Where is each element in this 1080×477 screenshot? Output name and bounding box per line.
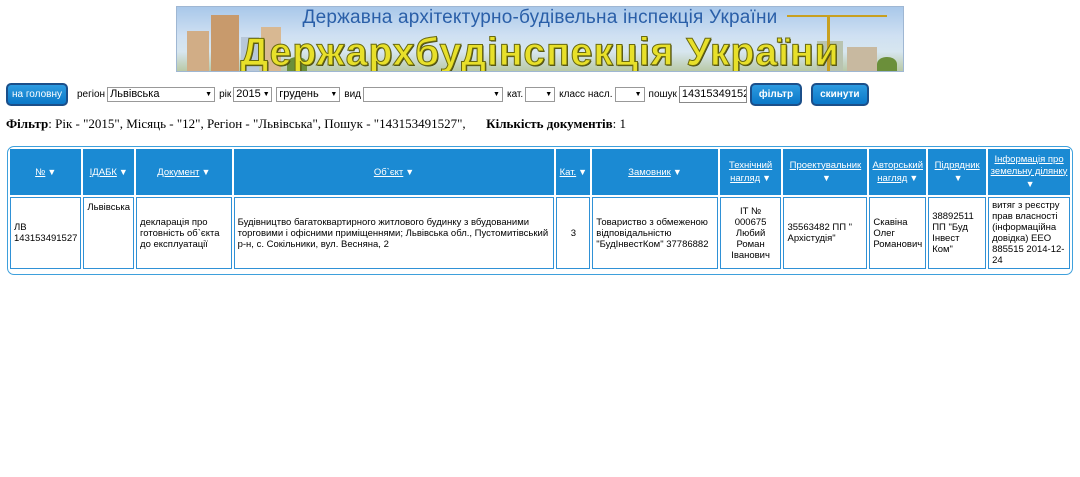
type-select[interactable]: ▼ [362,86,503,102]
cell-designer: 35563482 ПП " Архістудія" [783,197,868,269]
reset-button[interactable]: скинути [811,82,869,106]
col-header-designer[interactable]: Проектувальник▼ [783,149,868,195]
year-select-value: 2015 [236,88,261,100]
type-label: вид [344,88,361,100]
chevron-down-icon: ▼ [545,90,553,98]
results-panel: № ▼ ІДАБК ▼ Документ ▼ Об`єкт ▼ Кат. ▼ Замовн… [7,146,1073,275]
sort-arrow-icon: ▼ [118,166,128,177]
cell-author-supervision: Скавіна Олег Романович [869,197,927,269]
results-table: № ▼ ІДАБК ▼ Документ ▼ Об`єкт ▼ Кат. ▼ Замовн… [8,147,1072,271]
filter-bar: на головну регіон Львівська ▼ рік 2015 ▼… [6,82,1076,106]
document-count-value: : 1 [612,116,626,131]
home-button[interactable]: на головну [6,82,68,106]
cell-object: Будівництво багатоквартирного житлового … [233,197,555,269]
header-banner: Державна архітектурно-будівельна інспекц… [176,6,904,72]
col-header-idabk[interactable]: ІДАБК ▼ [83,149,135,195]
cell-document: декларація про готовність об`єкта до екс… [136,197,232,269]
category-label: кат. [506,88,524,100]
col-header-tech-supervision[interactable]: Технічний нагляд ▼ [719,149,782,195]
sort-arrow-icon: ▼ [578,166,588,177]
filter-summary-label: Фільтр [6,116,49,131]
banner-title: Держархбудінспекція України [240,31,840,72]
chevron-down-icon: ▼ [262,90,270,98]
year-label: рік [219,88,232,100]
table-header-row: № ▼ ІДАБК ▼ Документ ▼ Об`єкт ▼ Кат. ▼ Замовн… [10,149,1070,195]
sort-arrow-icon: ▼ [953,172,963,183]
sort-arrow-icon: ▼ [821,172,831,183]
col-header-object[interactable]: Об`єкт ▼ [233,149,555,195]
cell-idabk: Львівська [83,197,135,269]
search-label: пошук [648,88,677,100]
month-select-value: грудень [279,88,319,100]
col-header-customer[interactable]: Замовник ▼ [592,149,718,195]
col-header-document[interactable]: Документ ▼ [136,149,232,195]
sort-arrow-icon: ▼ [405,166,415,177]
chevron-down-icon: ▼ [493,90,500,98]
cell-land-info: витяг з реєстру прав власності (інформац… [988,197,1070,269]
chevron-down-icon: ▼ [205,90,213,98]
filter-summary-text: : Рік - "2015", Місяць - "12", Регіон - … [48,116,466,131]
cell-number: ЛВ 143153491527 [10,197,82,269]
class-label: класс насл. [559,88,613,100]
cell-contractor: 38892511 ПП "Буд Інвест Ком" [928,197,987,269]
filter-summary: Фільтр: Рік - "2015", Місяць - "12", Рег… [6,116,626,132]
chevron-down-icon: ▼ [330,90,338,98]
region-label: регіон [77,88,106,100]
chevron-down-icon: ▼ [634,90,642,98]
category-select[interactable]: ▼ [525,86,556,102]
col-header-contractor[interactable]: Підрядник▼ [928,149,987,195]
sort-arrow-icon: ▼ [1025,178,1035,189]
document-count-label: Кількість документів [486,116,613,131]
col-header-author-supervision[interactable]: Авторський нагляд ▼ [869,149,927,195]
year-select[interactable]: 2015 ▼ [233,86,273,102]
class-select[interactable]: ▼ [614,86,645,102]
region-select[interactable]: Львівська ▼ [107,86,216,102]
month-select[interactable]: грудень ▼ [276,86,341,102]
table-row: ЛВ 143153491527 Львівська декларація про… [10,197,1070,269]
cell-tech-supervision: ІТ № 000675 Любий Роман Іванович [719,197,782,269]
col-header-land-info[interactable]: Інформація про земельну ділянку▼ [988,149,1070,195]
banner-subtitle: Державна архітектурно-будівельна інспекц… [302,7,778,28]
cell-customer: Товариство з обмеженою відповідальністю … [592,197,718,269]
region-select-value: Львівська [110,88,160,100]
sort-arrow-icon: ▼ [201,166,211,177]
sort-arrow-icon: ▼ [672,166,682,177]
filter-button[interactable]: фільтр [749,82,803,106]
sort-arrow-icon: ▼ [47,166,57,177]
sort-arrow-icon: ▼ [762,172,772,183]
cell-category: 3 [556,197,591,269]
col-header-category[interactable]: Кат. ▼ [556,149,591,195]
sort-arrow-icon: ▼ [909,172,919,183]
search-input[interactable]: 143153491527 [678,85,747,103]
col-header-number[interactable]: № ▼ [10,149,82,195]
